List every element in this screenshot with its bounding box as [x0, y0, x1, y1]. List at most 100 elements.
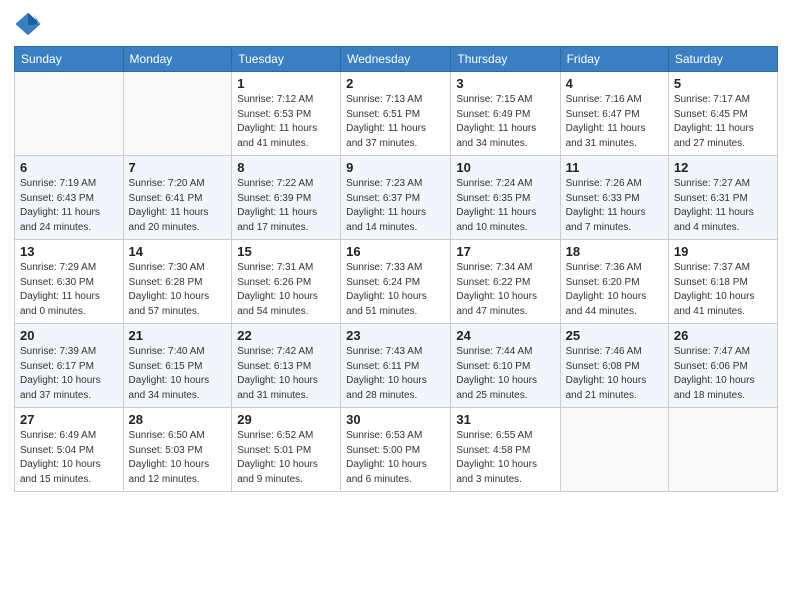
day-info: Sunrise: 7:36 AM Sunset: 6:20 PM Dayligh… — [566, 261, 663, 319]
calendar-cell: 9 Sunrise: 7:23 AM Sunset: 6:37 PM Daylig… — [341, 156, 451, 240]
week-row-4: 27 Sunrise: 6:49 AM Sunset: 5:04 PM Dayli… — [15, 408, 778, 492]
day-number: 18 — [566, 244, 663, 259]
day-info: Sunrise: 6:49 AM Sunset: 5:04 PM Dayligh… — [20, 429, 118, 487]
calendar-cell — [668, 408, 777, 492]
day-number: 6 — [20, 160, 118, 175]
day-info: Sunrise: 7:42 AM Sunset: 6:13 PM Dayligh… — [237, 345, 335, 403]
day-info: Sunrise: 7:20 AM Sunset: 6:41 PM Dayligh… — [129, 177, 227, 235]
calendar-cell: 27 Sunrise: 6:49 AM Sunset: 5:04 PM Dayli… — [15, 408, 124, 492]
calendar-cell: 20 Sunrise: 7:39 AM Sunset: 6:17 PM Dayli… — [15, 324, 124, 408]
calendar-cell: 17Sunrise: 7:34 AM Sunset: 6:22 PM Dayli… — [451, 240, 560, 324]
calendar-cell: 25 Sunrise: 7:46 AM Sunset: 6:08 PM Dayli… — [560, 324, 668, 408]
day-number: 20 — [20, 328, 118, 343]
calendar-cell: 23 Sunrise: 7:43 AM Sunset: 6:11 PM Dayli… — [341, 324, 451, 408]
day-info: Sunrise: 7:37 AM Sunset: 6:18 PM Dayligh… — [674, 261, 772, 319]
day-info: Sunrise: 7:24 AM Sunset: 6:35 PM Dayligh… — [456, 177, 554, 235]
day-info: Sunrise: 7:30 AM Sunset: 6:28 PM Dayligh… — [129, 261, 227, 319]
day-number: 1 — [237, 76, 335, 91]
day-number: 12 — [674, 160, 772, 175]
day-number: 8 — [237, 160, 335, 175]
day-number: 14 — [129, 244, 227, 259]
day-info: Sunrise: 7:27 AM Sunset: 6:31 PM Dayligh… — [674, 177, 772, 235]
day-number: 22 — [237, 328, 335, 343]
calendar-cell — [123, 72, 232, 156]
day-number: 24 — [456, 328, 554, 343]
header — [14, 10, 778, 38]
day-number: 3 — [456, 76, 554, 91]
day-number: 11 — [566, 160, 663, 175]
calendar-cell: 2Sunrise: 7:13 AM Sunset: 6:51 PM Daylig… — [341, 72, 451, 156]
day-number: 4 — [566, 76, 663, 91]
calendar-header: SundayMondayTuesdayWednesdayThursdayFrid… — [15, 47, 778, 72]
calendar-cell — [15, 72, 124, 156]
day-number: 30 — [346, 412, 445, 427]
day-info: Sunrise: 7:43 AM Sunset: 6:11 PM Dayligh… — [346, 345, 445, 403]
day-info: Sunrise: 6:55 AM Sunset: 4:58 PM Dayligh… — [456, 429, 554, 487]
calendar-body: 1 Sunrise: 7:12 AM Sunset: 6:53 PM Daylig… — [15, 72, 778, 492]
calendar-cell: 26Sunrise: 7:47 AM Sunset: 6:06 PM Dayli… — [668, 324, 777, 408]
day-info: Sunrise: 7:46 AM Sunset: 6:08 PM Dayligh… — [566, 345, 663, 403]
calendar-cell: 14 Sunrise: 7:30 AM Sunset: 6:28 PM Dayli… — [123, 240, 232, 324]
calendar-cell: 13Sunrise: 7:29 AM Sunset: 6:30 PM Dayli… — [15, 240, 124, 324]
week-row-1: 6 Sunrise: 7:19 AM Sunset: 6:43 PM Daylig… — [15, 156, 778, 240]
week-row-2: 13Sunrise: 7:29 AM Sunset: 6:30 PM Dayli… — [15, 240, 778, 324]
day-number: 5 — [674, 76, 772, 91]
calendar-cell: 29 Sunrise: 6:52 AM Sunset: 5:01 PM Dayli… — [232, 408, 341, 492]
day-info: Sunrise: 7:19 AM Sunset: 6:43 PM Dayligh… — [20, 177, 118, 235]
calendar-cell: 15Sunrise: 7:31 AM Sunset: 6:26 PM Dayli… — [232, 240, 341, 324]
day-number: 16 — [346, 244, 445, 259]
header-row: SundayMondayTuesdayWednesdayThursdayFrid… — [15, 47, 778, 72]
header-thursday: Thursday — [451, 47, 560, 72]
calendar-cell: 6 Sunrise: 7:19 AM Sunset: 6:43 PM Daylig… — [15, 156, 124, 240]
calendar-cell: 12 Sunrise: 7:27 AM Sunset: 6:31 PM Dayli… — [668, 156, 777, 240]
calendar-cell: 10 Sunrise: 7:24 AM Sunset: 6:35 PM Dayli… — [451, 156, 560, 240]
calendar-cell: 24Sunrise: 7:44 AM Sunset: 6:10 PM Dayli… — [451, 324, 560, 408]
day-info: Sunrise: 7:22 AM Sunset: 6:39 PM Dayligh… — [237, 177, 335, 235]
day-info: Sunrise: 7:39 AM Sunset: 6:17 PM Dayligh… — [20, 345, 118, 403]
calendar-cell: 7 Sunrise: 7:20 AM Sunset: 6:41 PM Daylig… — [123, 156, 232, 240]
day-number: 29 — [237, 412, 335, 427]
day-number: 13 — [20, 244, 118, 259]
calendar-cell: 4 Sunrise: 7:16 AM Sunset: 6:47 PM Daylig… — [560, 72, 668, 156]
day-number: 9 — [346, 160, 445, 175]
day-number: 28 — [129, 412, 227, 427]
week-row-0: 1 Sunrise: 7:12 AM Sunset: 6:53 PM Daylig… — [15, 72, 778, 156]
calendar-cell: 8 Sunrise: 7:22 AM Sunset: 6:39 PM Daylig… — [232, 156, 341, 240]
day-number: 7 — [129, 160, 227, 175]
day-info: Sunrise: 7:23 AM Sunset: 6:37 PM Dayligh… — [346, 177, 445, 235]
day-number: 23 — [346, 328, 445, 343]
calendar-cell: 1 Sunrise: 7:12 AM Sunset: 6:53 PM Daylig… — [232, 72, 341, 156]
logo-icon — [14, 10, 42, 38]
day-number: 27 — [20, 412, 118, 427]
calendar-cell: 21Sunrise: 7:40 AM Sunset: 6:15 PM Dayli… — [123, 324, 232, 408]
logo — [14, 10, 46, 38]
calendar-cell: 31Sunrise: 6:55 AM Sunset: 4:58 PM Dayli… — [451, 408, 560, 492]
calendar-cell — [560, 408, 668, 492]
day-number: 19 — [674, 244, 772, 259]
day-number: 10 — [456, 160, 554, 175]
calendar-cell: 11 Sunrise: 7:26 AM Sunset: 6:33 PM Dayli… — [560, 156, 668, 240]
day-number: 17 — [456, 244, 554, 259]
day-info: Sunrise: 7:13 AM Sunset: 6:51 PM Dayligh… — [346, 93, 445, 151]
day-info: Sunrise: 7:17 AM Sunset: 6:45 PM Dayligh… — [674, 93, 772, 151]
day-number: 21 — [129, 328, 227, 343]
header-monday: Monday — [123, 47, 232, 72]
day-info: Sunrise: 7:12 AM Sunset: 6:53 PM Dayligh… — [237, 93, 335, 151]
calendar-table: SundayMondayTuesdayWednesdayThursdayFrid… — [14, 46, 778, 492]
calendar-cell: 22 Sunrise: 7:42 AM Sunset: 6:13 PM Dayli… — [232, 324, 341, 408]
calendar-cell: 30 Sunrise: 6:53 AM Sunset: 5:00 PM Dayli… — [341, 408, 451, 492]
day-info: Sunrise: 6:52 AM Sunset: 5:01 PM Dayligh… — [237, 429, 335, 487]
day-info: Sunrise: 7:16 AM Sunset: 6:47 PM Dayligh… — [566, 93, 663, 151]
day-info: Sunrise: 6:53 AM Sunset: 5:00 PM Dayligh… — [346, 429, 445, 487]
calendar-cell: 5 Sunrise: 7:17 AM Sunset: 6:45 PM Daylig… — [668, 72, 777, 156]
header-wednesday: Wednesday — [341, 47, 451, 72]
day-number: 25 — [566, 328, 663, 343]
day-info: Sunrise: 7:33 AM Sunset: 6:24 PM Dayligh… — [346, 261, 445, 319]
day-info: Sunrise: 7:26 AM Sunset: 6:33 PM Dayligh… — [566, 177, 663, 235]
page: SundayMondayTuesdayWednesdayThursdayFrid… — [0, 0, 792, 612]
day-info: Sunrise: 7:15 AM Sunset: 6:49 PM Dayligh… — [456, 93, 554, 151]
header-saturday: Saturday — [668, 47, 777, 72]
day-number: 26 — [674, 328, 772, 343]
week-row-3: 20 Sunrise: 7:39 AM Sunset: 6:17 PM Dayli… — [15, 324, 778, 408]
calendar-cell: 18 Sunrise: 7:36 AM Sunset: 6:20 PM Dayli… — [560, 240, 668, 324]
